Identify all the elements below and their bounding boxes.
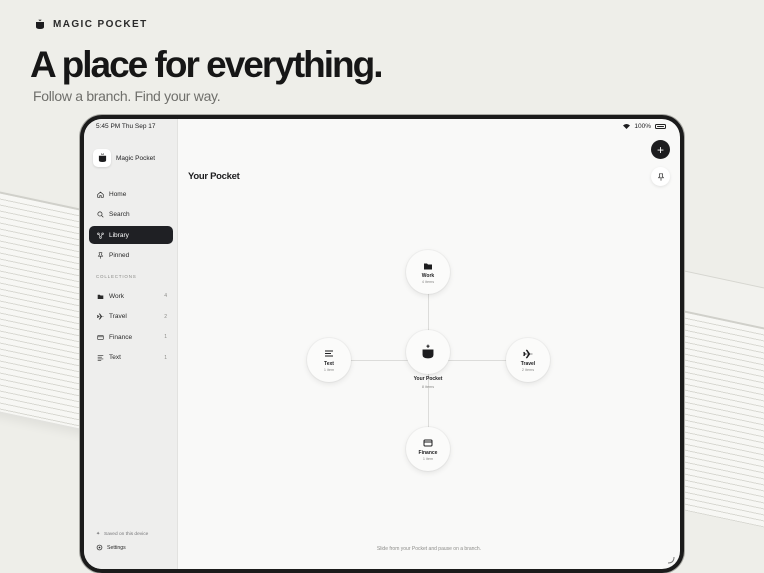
page-title: Your Pocket <box>188 171 240 182</box>
pocket-logo-icon <box>36 19 44 29</box>
app-icon <box>93 149 111 167</box>
sidebar-item-label: Pinned <box>109 252 130 259</box>
collections-list: Work 4 Travel 2 Finance 1 Text 1 <box>89 287 173 369</box>
sidebar-item-label: Library <box>109 231 129 239</box>
text-icon <box>97 355 104 361</box>
saved-status: ✦ Saved on this device <box>96 532 148 537</box>
node-count: 2 items <box>521 367 535 372</box>
node-label: Travel <box>520 360 536 367</box>
branch-node-work[interactable]: Work 4 items <box>406 250 450 294</box>
collections-heading: COLLECTIONS <box>96 274 137 279</box>
branch-node-text[interactable]: Text 1 item <box>307 338 351 382</box>
home-icon <box>97 191 104 198</box>
sidebar-item-home[interactable]: Home <box>89 185 173 203</box>
node-count: 1 item <box>422 456 434 461</box>
branch-node-travel[interactable]: Travel 2 items <box>506 338 550 382</box>
resize-handle-icon[interactable] <box>667 556 675 564</box>
plus-icon: + <box>656 142 664 157</box>
brand-name: MAGIC POCKET <box>53 19 148 30</box>
app-header: Magic Pocket <box>93 149 155 167</box>
tablet-frame: 5:45 PM Thu Sep 17 Magic Pocket Home Sea… <box>80 115 684 573</box>
status-time: 5:45 PM Thu Sep 17 <box>96 123 156 130</box>
sidebar-item-label: Search <box>109 211 130 218</box>
sidebar-nav: Home Search Library Pinned <box>89 185 173 267</box>
battery-percent: 100% <box>634 123 651 130</box>
card-icon <box>97 334 104 340</box>
battery-icon <box>655 124 666 129</box>
center-node-count: 8 items <box>421 385 435 389</box>
saved-note: Saved on this device <box>104 532 149 537</box>
status-right: 100% <box>623 123 666 130</box>
sidebar-item-search[interactable]: Search <box>89 206 173 224</box>
sidebar-item-library[interactable]: Library <box>89 226 173 244</box>
node-count: 1 item <box>323 367 335 372</box>
pocket-icon <box>422 344 434 358</box>
branch-node-finance[interactable]: Finance 1 item <box>406 427 450 471</box>
hero-headline: A place for everything. <box>30 44 384 85</box>
wifi-icon <box>623 124 631 129</box>
collection-item-work[interactable]: Work 4 <box>89 287 173 305</box>
gesture-hint: Slide from your Pocket and pause on a br… <box>376 546 482 552</box>
text-icon <box>325 350 333 356</box>
pin-icon <box>97 252 104 259</box>
collection-count: 1 <box>164 334 167 340</box>
collection-item-text[interactable]: Text 1 <box>89 349 173 367</box>
collection-label: Work <box>109 292 125 300</box>
collection-count: 4 <box>164 293 167 299</box>
node-label: Finance <box>418 449 438 456</box>
folder-icon <box>97 294 104 299</box>
add-item-button[interactable]: + <box>651 140 670 159</box>
hero-subhead: Follow a branch. Find your way. <box>33 88 221 104</box>
card-icon <box>423 439 433 446</box>
search-icon <box>97 211 104 218</box>
pin-button[interactable] <box>651 167 670 186</box>
branch-node-center[interactable] <box>406 330 450 374</box>
collection-label: Travel <box>109 313 127 320</box>
node-label: Work <box>421 272 435 279</box>
collection-label: Finance <box>109 333 133 341</box>
app-name: Magic Pocket <box>116 154 156 162</box>
collection-count: 2 <box>164 313 167 320</box>
node-label: Text <box>324 360 334 367</box>
folder-icon <box>424 263 432 269</box>
pocket-icon <box>98 153 106 163</box>
sparkle-icon: ✦ <box>96 532 101 537</box>
settings-button[interactable]: Settings <box>96 544 126 551</box>
sidebar-item-pinned[interactable]: Pinned <box>89 247 173 265</box>
sidebar: 5:45 PM Thu Sep 17 Magic Pocket Home Sea… <box>84 119 178 569</box>
tablet-screen: 5:45 PM Thu Sep 17 Magic Pocket Home Sea… <box>84 119 680 569</box>
gear-icon <box>96 544 103 551</box>
node-count: 4 items <box>421 279 435 284</box>
collection-item-finance[interactable]: Finance 1 <box>89 328 173 346</box>
center-node-label: Your Pocket <box>413 376 443 382</box>
collection-label: Text <box>109 354 121 361</box>
collection-item-travel[interactable]: Travel 2 <box>89 308 173 326</box>
brand: MAGIC POCKET <box>35 19 148 30</box>
pin-icon <box>657 172 664 181</box>
main-content: 100% + Your Pocket Work 4 items Text 1 i… <box>178 119 680 569</box>
settings-label: Settings <box>107 544 126 551</box>
library-icon <box>97 232 104 239</box>
sidebar-item-label: Home <box>109 190 127 198</box>
airplane-icon <box>97 313 104 320</box>
airplane-icon <box>523 349 533 358</box>
collection-count: 1 <box>164 354 167 361</box>
